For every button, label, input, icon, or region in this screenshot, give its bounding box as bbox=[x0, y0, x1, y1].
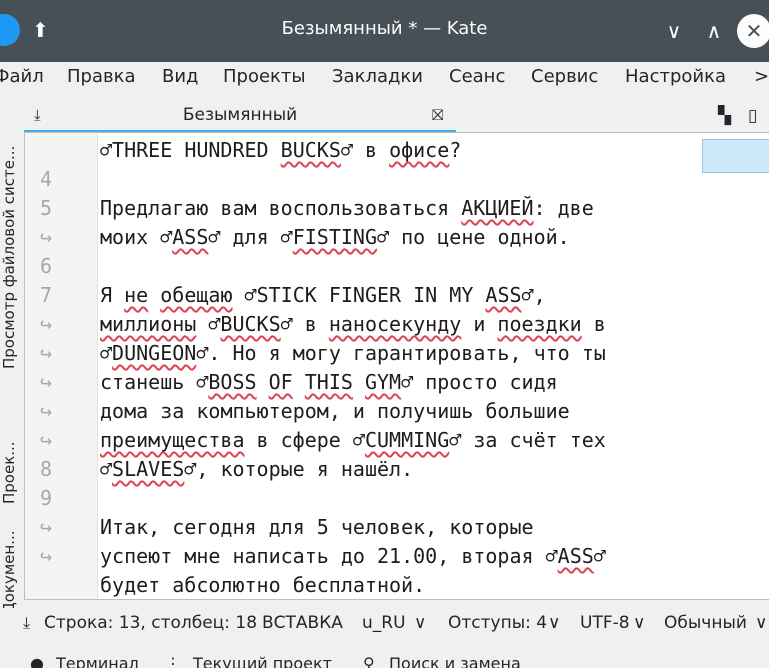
line-number: 8 bbox=[39, 457, 53, 481]
editor-line[interactable]: ♂DUNGEON♂. Но я могу гарантировать, что … bbox=[100, 339, 720, 368]
editor-line[interactable] bbox=[100, 484, 720, 513]
misspelled-word[interactable]: наносекунду bbox=[329, 312, 461, 336]
misspelled-word[interactable]: АКЦИЕЙ bbox=[461, 196, 533, 220]
editor-line[interactable]: моих ♂ASS♂ для ♂FISTING♂ по цене одной. bbox=[100, 223, 720, 252]
misspelled-word[interactable]: не bbox=[124, 283, 148, 307]
misspelled-word[interactable]: THIS bbox=[305, 370, 353, 394]
menu-bar: Файл Правка Вид Проекты Закладки Сеанс С… bbox=[0, 62, 769, 94]
window-title: Безымянный * — Kate bbox=[281, 18, 488, 39]
download-status-icon[interactable]: ⤓ bbox=[23, 613, 30, 633]
editor-line[interactable]: Я не обещаю ♂STICK FINGER IN MY ASS♂, bbox=[100, 281, 720, 310]
misspelled-word[interactable]: преимущества bbox=[100, 428, 245, 452]
editor-line[interactable]: Итак, сегодня для 5 человек, которые bbox=[100, 513, 720, 542]
misspelled-word[interactable]: BUCKS bbox=[281, 138, 341, 162]
status-bar: ⤓ Строка: 13, столбец: 18 ВСТАВКА u_RU ∨… bbox=[0, 608, 769, 640]
misspelled-word[interactable]: SLAVES bbox=[112, 457, 184, 481]
line-wrap-marker: ↪ bbox=[39, 225, 53, 249]
misspelled-word[interactable]: обещаю bbox=[160, 283, 232, 307]
highlight-mode-select[interactable]: Обычный bbox=[664, 613, 747, 633]
line-wrap-marker: ↪ bbox=[39, 312, 53, 336]
misspelled-word[interactable]: BUCKS bbox=[220, 312, 280, 336]
terminal-icon: ● bbox=[30, 654, 44, 668]
editor-line[interactable]: успеют мне написать до 21.00, вторая ♂AS… bbox=[100, 542, 720, 571]
side-toolview-bar: Просмотр файловой систе... Проек... Доку… bbox=[0, 94, 22, 609]
panel-icon[interactable]: ▯ bbox=[748, 106, 757, 126]
line-number: 6 bbox=[39, 254, 53, 278]
toolview-current-project[interactable]: Текущий проект bbox=[193, 654, 332, 668]
line-number: 5 bbox=[39, 196, 53, 220]
editor-line[interactable]: миллионы ♂BUCKS♂ в наносекунду и поездки… bbox=[100, 310, 720, 339]
editor-line[interactable]: преимущества в сфере ♂CUMMING♂ за счёт т… bbox=[100, 426, 720, 455]
misspelled-word[interactable]: GYM bbox=[365, 370, 401, 394]
chevron-down-icon[interactable]: ∨ bbox=[414, 613, 426, 633]
menu-settings[interactable]: Настройка bbox=[625, 66, 726, 87]
menu-file[interactable]: Файл bbox=[0, 66, 44, 87]
chevron-down-icon[interactable]: ∨ bbox=[755, 613, 767, 633]
cursor-position[interactable]: Строка: 13, столбец: 18 bbox=[44, 613, 257, 633]
misspelled-word[interactable]: поездки bbox=[497, 312, 581, 336]
toolview-search-replace[interactable]: Поиск и замена bbox=[389, 654, 521, 668]
text-editor[interactable]: ↪ 4 5 ↪ 6 7 ↪ ↪ ↪ ↪ ↪ 8 9 ↪ ↪ ♂THREE HUNDRED BUCKS♂ в … bbox=[24, 132, 769, 600]
sidebar-item-projects[interactable]: Проек... bbox=[0, 441, 18, 504]
line-wrap-marker: ↪ bbox=[39, 370, 53, 394]
title-bar: ⬆ Безымянный * — Kate ∨ ∧ ✕ bbox=[0, 0, 769, 62]
line-number: 4 bbox=[39, 167, 53, 191]
sidebar-item-documents[interactable]: Докумен... bbox=[0, 531, 18, 610]
dictionary-select[interactable]: u_RU bbox=[362, 613, 406, 633]
line-number-gutter: ↪ 4 5 ↪ 6 7 ↪ ↪ ↪ ↪ ↪ 8 9 ↪ ↪ bbox=[25, 133, 98, 599]
menu-projects[interactable]: Проекты bbox=[223, 66, 306, 87]
line-number: 9 bbox=[39, 486, 53, 510]
misspelled-word[interactable]: миллионы bbox=[100, 312, 196, 336]
editor-line[interactable]: ♂THREE HUNDRED BUCKS♂ в офисе? bbox=[100, 136, 720, 165]
misspelled-word[interactable]: DUNGEON bbox=[112, 341, 196, 365]
menu-tools[interactable]: Сервис bbox=[531, 66, 598, 87]
close-button[interactable]: ✕ bbox=[737, 14, 769, 48]
line-wrap-marker: ↪ bbox=[39, 428, 53, 452]
chevron-down-icon[interactable]: ∨ bbox=[548, 613, 560, 633]
chevron-down-icon[interactable]: ∨ bbox=[633, 613, 645, 633]
misspelled-word[interactable]: офисе bbox=[389, 138, 449, 162]
line-wrap-marker: ↪ bbox=[39, 399, 53, 423]
misspelled-word[interactable]: ASS bbox=[485, 283, 521, 307]
menu-edit[interactable]: Правка bbox=[67, 66, 136, 87]
misspelled-word[interactable]: CUMMING bbox=[365, 428, 449, 452]
misspelled-word[interactable]: OF bbox=[269, 370, 293, 394]
misspelled-word[interactable]: BOSS bbox=[208, 370, 256, 394]
editor-line[interactable]: ♂SLAVES♂, которые я нашёл. bbox=[100, 455, 720, 484]
editor-line[interactable]: дома за компьютером, и получишь большие bbox=[100, 397, 720, 426]
tab-close-icon[interactable]: ⛝ bbox=[432, 106, 443, 124]
tab-document[interactable]: ⤓ Безымянный ⛝ bbox=[24, 100, 456, 133]
line-number: 7 bbox=[39, 283, 53, 307]
maximize-button[interactable]: ∧ bbox=[697, 14, 731, 48]
editor-line[interactable]: будет абсолютно бесплатной. bbox=[100, 571, 720, 599]
editor-line[interactable] bbox=[100, 165, 720, 194]
encoding-select[interactable]: UTF-8 bbox=[580, 613, 630, 633]
sidebar-item-filesystem[interactable]: Просмотр файловой систе... bbox=[0, 146, 18, 369]
misspelled-word[interactable]: FISTING bbox=[293, 225, 377, 249]
editor-line[interactable]: станешь ♂BOSS OF THIS GYM♂ просто сидя bbox=[100, 368, 720, 397]
menu-view[interactable]: Вид bbox=[162, 66, 199, 87]
misspelled-word[interactable]: ASS bbox=[172, 225, 208, 249]
tab-bar: ⤓ Безымянный ⛝ ▚ ▯ bbox=[24, 100, 769, 133]
search-icon: ⚲ bbox=[363, 654, 375, 668]
input-mode[interactable]: ВСТАВКА bbox=[262, 613, 343, 633]
editor-line[interactable] bbox=[100, 252, 720, 281]
menu-session[interactable]: Сеанс bbox=[449, 66, 505, 87]
editor-line[interactable]: Предлагаю вам воспользоваться АКЦИЕЙ: дв… bbox=[100, 194, 720, 223]
menu-overflow-chevron[interactable]: > bbox=[754, 66, 769, 87]
line-wrap-marker: ↪ bbox=[39, 515, 53, 539]
misspelled-word[interactable]: ASS bbox=[558, 544, 594, 568]
split-view-icon[interactable]: ▚ bbox=[718, 106, 731, 126]
toolview-terminal[interactable]: Терминал bbox=[56, 654, 139, 668]
minimize-button[interactable]: ∨ bbox=[657, 14, 691, 48]
menu-bookmarks[interactable]: Закладки bbox=[332, 66, 423, 87]
line-wrap-marker: ↪ bbox=[25, 133, 67, 136]
line-wrap-marker: ↪ bbox=[39, 341, 53, 365]
project-icon: ⋮ bbox=[165, 654, 181, 668]
indentation-select[interactable]: Отступы: 4 bbox=[448, 613, 547, 633]
line-wrap-marker: ↪ bbox=[39, 544, 53, 568]
bottom-toolview-bar: ● Терминал ⋮ Текущий проект ⚲ Поиск и за… bbox=[0, 645, 769, 668]
tab-label: Безымянный bbox=[182, 105, 298, 125]
